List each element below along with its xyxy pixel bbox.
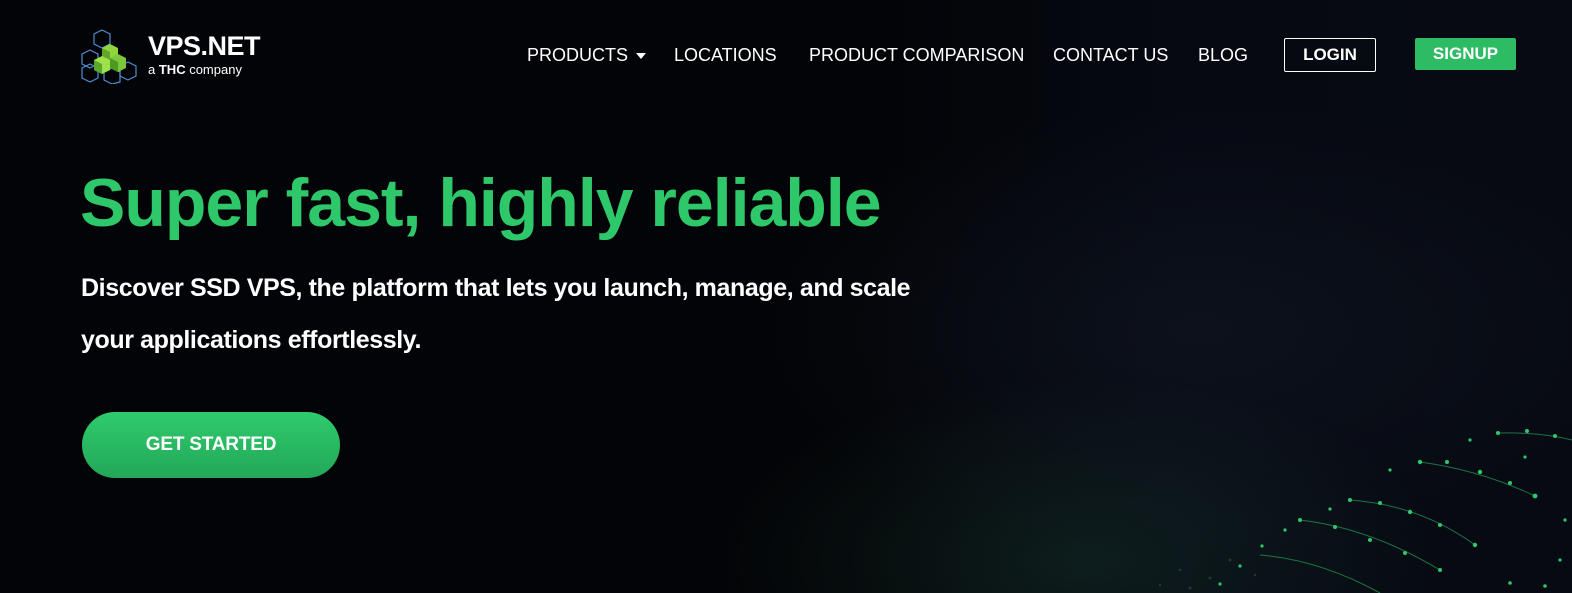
caret-down-icon xyxy=(636,53,647,60)
nav-item-products-label: PRODUCTS xyxy=(527,45,629,65)
nav-item-products[interactable]: PRODUCTS xyxy=(527,38,647,72)
hero-headline: Super fast, highly reliable xyxy=(80,165,882,241)
login-button[interactable]: LOGIN xyxy=(1284,38,1376,72)
brand-name: VPS.NET xyxy=(148,31,261,61)
cube-cluster-logo-icon xyxy=(81,29,137,84)
nav-item-contact-us[interactable]: CONTACT US xyxy=(1053,38,1168,72)
brand-wordmark: VPS.NET a THC company xyxy=(148,31,261,78)
get-started-button[interactable]: GET STARTED xyxy=(82,412,340,478)
hero-subtitle: Discover SSD VPS, the platform that lets… xyxy=(81,274,911,354)
brand-tagline-bold: THC xyxy=(158,62,186,77)
nav-item-blog[interactable]: BLOG xyxy=(1198,38,1248,72)
brand-tagline: a THC company xyxy=(148,62,260,78)
brand-logo[interactable]: VPS.NET a THC company xyxy=(80,26,261,84)
nav-item-locations[interactable]: LOCATIONS xyxy=(674,38,777,72)
brand-tagline-suffix: company xyxy=(189,62,242,77)
brand-tagline-prefix: a xyxy=(148,62,156,77)
nav-item-product-comparison[interactable]: PRODUCT COMPARISON xyxy=(809,38,1024,72)
signup-button[interactable]: SIGNUP xyxy=(1415,38,1516,70)
